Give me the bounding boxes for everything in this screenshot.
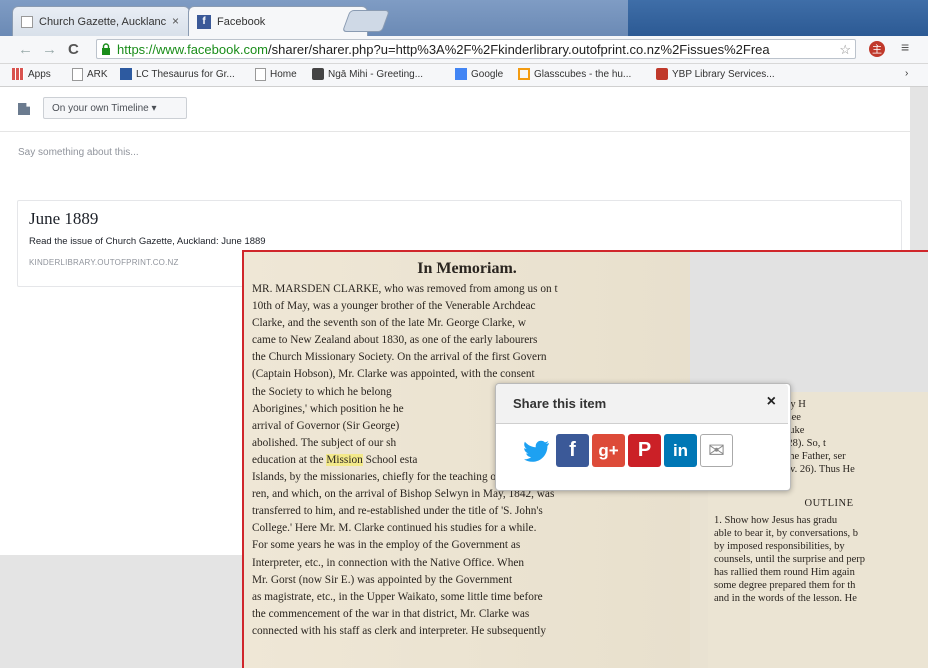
bookmark-label: Ngā Mihi - Greeting... xyxy=(328,68,424,80)
article-line: MR. MARSDEN CLARKE, who was removed from… xyxy=(252,283,558,295)
right-page-line: counsels, until the surprise and perp xyxy=(714,554,866,565)
article-line: For some years he was in the employ of t… xyxy=(252,539,521,552)
article-line: the commencement of the war in that dist… xyxy=(252,607,530,620)
article-line: came to New Zealand about 1830, as one o… xyxy=(252,334,538,347)
tab-facebook[interactable]: f Facebook × xyxy=(188,6,368,36)
card-domain: KINDERLIBRARY.OUTOFPRINT.CO.NZ xyxy=(29,258,179,267)
bookmark-label: Glasscubes - the hu... xyxy=(534,68,632,80)
pinterest-share-icon[interactable]: P xyxy=(628,434,661,467)
extension-icon[interactable]: 主 xyxy=(868,40,886,58)
bookmark-star-icon[interactable]: ☆ xyxy=(839,40,851,58)
article-line: Clarke, and the seventh son of the late … xyxy=(252,317,526,330)
message-input[interactable]: Say something about this... xyxy=(18,147,139,158)
right-page-line: some degree prepared them for th xyxy=(714,580,856,591)
mail-icon xyxy=(312,68,324,80)
google-icon xyxy=(455,68,467,80)
article-heading: In Memoriam. xyxy=(417,260,517,277)
bookmark-nga-mihi[interactable]: Ngā Mihi - Greeting... xyxy=(312,68,423,80)
bookmarks-bar: Apps ARK LC Thesaurus for Gr... Home Ngā… xyxy=(0,64,928,87)
share-buttons: f g+ Pin ✉ xyxy=(520,434,733,467)
article-line: transferred to him, and re-established u… xyxy=(252,505,543,518)
modal-title: Share this item xyxy=(513,396,607,411)
facebook-share-icon[interactable]: f xyxy=(556,434,589,467)
tab-strip: Church Gazette, Aucklanc × f Facebook × xyxy=(0,0,928,36)
back-icon[interactable]: ← xyxy=(18,41,33,58)
article-line: (Captain Hobson), Mr. Clarke was appoint… xyxy=(252,368,535,381)
viewer-background xyxy=(690,252,928,392)
forward-icon[interactable]: → xyxy=(42,41,57,58)
bookmark-glasscubes[interactable]: Glasscubes - the hu... xyxy=(518,68,631,80)
reload-icon[interactable]: C xyxy=(68,41,79,58)
tab-close-icon[interactable]: × xyxy=(172,14,179,28)
close-icon[interactable]: × xyxy=(767,393,776,411)
timeline-icon xyxy=(18,103,30,115)
right-page-line: 1. Show how Jesus has gradu xyxy=(714,515,838,526)
bookmark-label: Apps xyxy=(28,68,51,80)
bookmark-label: LC Thesaurus for Gr... xyxy=(136,68,235,80)
article-line: as magistrate, etc., in the Upper Waikat… xyxy=(252,590,543,603)
article-line: the Church Missionary Society. On the ar… xyxy=(252,351,547,364)
apps-grid-icon xyxy=(12,68,24,80)
new-tab-button[interactable] xyxy=(341,10,391,32)
page-icon xyxy=(21,15,33,28)
outline-heading: OUTLINE xyxy=(804,498,854,509)
divider xyxy=(0,131,910,132)
card-title: June 1889 xyxy=(29,209,99,228)
twitter-share-icon[interactable] xyxy=(520,434,553,467)
right-page-line: by imposed responsibilities, by xyxy=(714,541,845,552)
bookmark-ark[interactable]: ARK xyxy=(72,68,108,81)
titlebar-background xyxy=(628,0,928,36)
article-line: 10th of May, was a younger brother of th… xyxy=(252,300,536,313)
bookmark-google[interactable]: Google xyxy=(455,68,503,80)
bookmark-apps[interactable]: Apps xyxy=(12,68,51,80)
bookmark-home[interactable]: Home xyxy=(255,68,297,81)
tab-title: Facebook xyxy=(217,15,266,28)
lock-icon xyxy=(102,43,110,55)
bookmark-label: Google xyxy=(471,68,504,80)
page-icon xyxy=(255,68,266,81)
bookmark-ybp[interactable]: YBP Library Services... xyxy=(656,68,775,80)
timeline-selector[interactable]: On your own Timeline ▾ xyxy=(43,97,187,119)
url-input[interactable]: https://www.facebook.com/sharer/sharer.p… xyxy=(96,39,856,59)
bookmark-label: YBP Library Services... xyxy=(672,68,775,80)
bookmark-label: ARK xyxy=(87,69,108,80)
url-host: https://www.facebook.com xyxy=(117,42,269,57)
bookmark-label: Home xyxy=(270,69,297,80)
article-line: connected with his staff as clerk and in… xyxy=(252,624,547,637)
url-path: /sharer/sharer.php?u=http%3A%2F%2Fkinder… xyxy=(268,42,770,57)
right-page-line: and in the words of the lesson. He xyxy=(714,593,857,604)
share-modal: Share this item × f g+ Pin ✉ xyxy=(495,383,791,491)
address-bar: ← → C https://www.facebook.com/sharer/sh… xyxy=(0,36,928,64)
ybp-icon xyxy=(656,68,668,80)
tab-title: Church Gazette, Aucklanc xyxy=(39,15,167,28)
search-highlight: Mission xyxy=(326,453,363,466)
bookmark-lc-thesaurus[interactable]: LC Thesaurus for Gr... xyxy=(120,68,235,80)
more-bookmarks-icon[interactable]: › xyxy=(905,68,908,79)
email-share-icon[interactable]: ✉ xyxy=(700,434,733,467)
tab-church-gazette[interactable]: Church Gazette, Aucklanc × xyxy=(12,6,190,36)
svg-text:主: 主 xyxy=(872,44,882,56)
modal-header: Share this item × xyxy=(496,384,788,424)
right-page-line: able to bear it, by conversations, b xyxy=(714,528,859,539)
menu-icon[interactable]: ≡ xyxy=(901,39,909,55)
google-plus-share-icon[interactable]: g+ xyxy=(592,434,625,467)
page-icon xyxy=(72,68,83,81)
facebook-favicon-icon: f xyxy=(197,14,211,29)
article-line: Mr. Gorst (now Sir E.) was appointed by … xyxy=(252,573,513,586)
article-line: College.' Here Mr. M. Clarke continued h… xyxy=(252,522,537,535)
linkedin-share-icon[interactable]: in xyxy=(664,434,697,467)
card-description: Read the issue of Church Gazette, Auckla… xyxy=(29,236,266,247)
article-line: Interpreter, etc., in connection with th… xyxy=(252,556,525,569)
right-page-line: has rallied them round Him again xyxy=(714,567,855,578)
lc-icon xyxy=(120,68,132,80)
glasscubes-icon xyxy=(518,68,530,80)
